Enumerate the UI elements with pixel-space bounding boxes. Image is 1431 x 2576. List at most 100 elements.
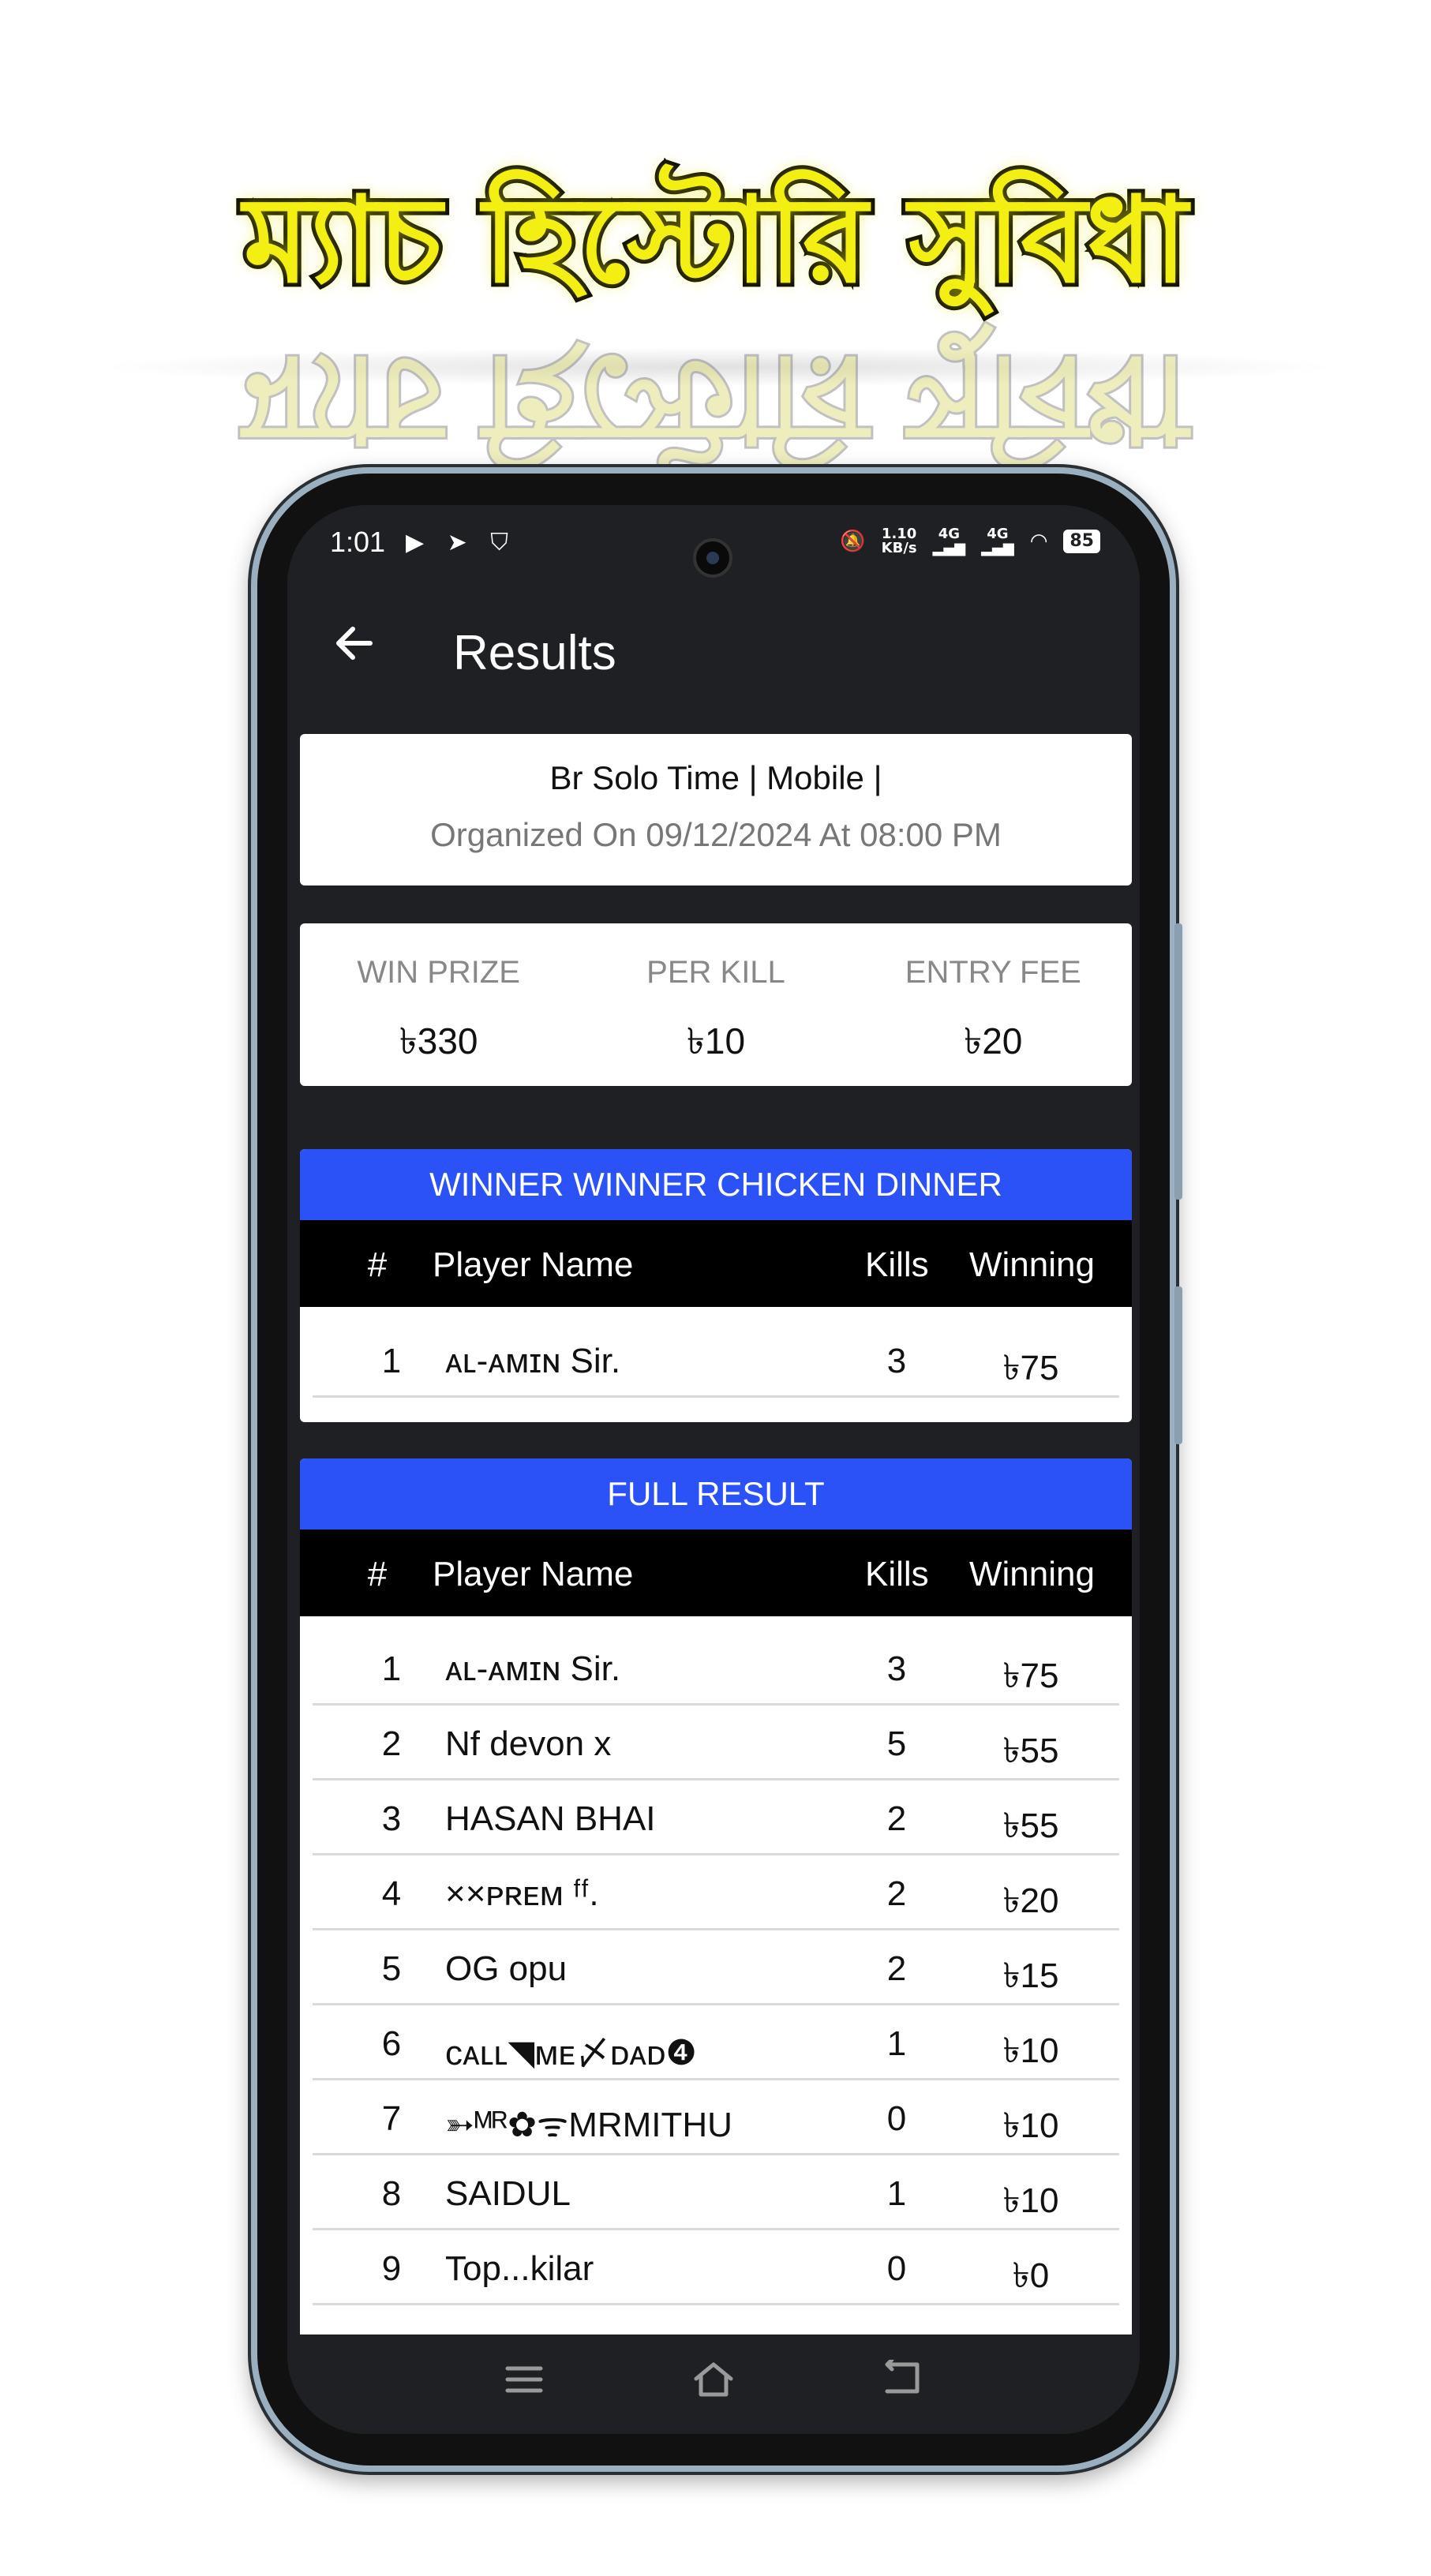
row-player-name: ᴀʟ-ᴀᴍɪɴ Sir. bbox=[445, 1342, 621, 1380]
system-nav-bar bbox=[287, 2334, 1140, 2434]
status-notification-icons: ▶ ➤ ⛉ bbox=[406, 529, 516, 556]
shield-icon: ⛉ bbox=[490, 529, 516, 556]
row-player-name: Top...kilar bbox=[445, 2249, 594, 2288]
col-header-player: Player Name bbox=[433, 1555, 634, 1593]
row-winning: ৳15 bbox=[1002, 1956, 1059, 1995]
front-camera bbox=[693, 538, 732, 578]
hamburger-icon bbox=[505, 2366, 543, 2393]
menu-icon[interactable] bbox=[496, 2360, 552, 2407]
row-kills: 1 bbox=[886, 2024, 907, 2063]
row-winning: ৳55 bbox=[1002, 1807, 1059, 1845]
row-winning: ৳10 bbox=[1002, 2106, 1059, 2145]
col-header-num: # bbox=[367, 1245, 388, 1284]
row-num: 3 bbox=[381, 1799, 402, 1838]
table-row: 5 OG opu 2 ৳15 bbox=[313, 1930, 1119, 2005]
row-winning: ৳75 bbox=[1002, 1349, 1059, 1387]
row-player-name: OG opu bbox=[445, 1949, 568, 1988]
house-icon bbox=[694, 2362, 733, 2397]
telegram-icon: ➤ bbox=[447, 529, 475, 556]
row-player-name: ➳ᴹᴿ✿ᯤMRMITHU bbox=[445, 2106, 732, 2144]
row-num: 2 bbox=[381, 1724, 402, 1763]
table-row: 4 ××ᴘʀᴇᴍ ᶠᶠ. 2 ৳20 bbox=[313, 1855, 1119, 1930]
wifi-icon: ◠ bbox=[1029, 530, 1048, 553]
back-arrow-icon[interactable] bbox=[327, 620, 382, 675]
battery-icon: 85 bbox=[1063, 530, 1100, 553]
table-row: 3 HASAN BHAI 2 ৳55 bbox=[313, 1780, 1119, 1855]
winner-section: WINNER WINNER CHICKEN DINNER # Player Na… bbox=[300, 1149, 1132, 1422]
row-num: 1 bbox=[381, 1649, 402, 1688]
power-button bbox=[1174, 1286, 1182, 1444]
match-organized-date: Organized On 09/12/2024 At 08:00 PM bbox=[430, 816, 1002, 853]
per-kill-label: PER KILL bbox=[646, 955, 785, 990]
row-winning: ৳20 bbox=[1002, 1881, 1059, 1920]
full-result-section[interactable]: FULL RESULT # Player Name Kills Winning … bbox=[300, 1458, 1132, 2334]
full-result-rows: 1 ᴀʟ-ᴀᴍɪɴ Sir. 3 ৳75 2 Nf devon x 5 ৳55 … bbox=[300, 1616, 1132, 2305]
row-kills: 1 bbox=[886, 2174, 907, 2213]
back-icon[interactable] bbox=[875, 2357, 931, 2407]
row-player-name: HASAN BHAI bbox=[445, 1799, 656, 1838]
volume-button bbox=[1174, 923, 1182, 1200]
row-player-name: Nf devon x bbox=[445, 1724, 612, 1763]
row-num: 4 bbox=[381, 1874, 402, 1913]
table-row: 8 SAIDUL 1 ৳10 bbox=[313, 2155, 1119, 2230]
row-num: 6 bbox=[381, 2024, 402, 2063]
row-winning: ৳55 bbox=[1002, 1732, 1059, 1770]
row-num: 9 bbox=[381, 2249, 402, 2288]
row-kills: 5 bbox=[886, 1724, 907, 1763]
row-kills: 2 bbox=[886, 1949, 907, 1988]
row-kills: 3 bbox=[886, 1649, 907, 1688]
per-kill: PER KILL ৳10 bbox=[577, 923, 854, 1086]
phone-screen: 1:01 ▶ ➤ ⛉ 🔕 1.10 KB/s 4G ▂▄▆ 4G ▂▄▆ ◠ 8 5 … bbox=[287, 505, 1140, 2434]
full-table-header: # Player Name Kills Winning bbox=[300, 1530, 1132, 1616]
table-row: 2 Nf devon x 5 ৳55 bbox=[313, 1705, 1119, 1780]
win-prize: WIN PRIZE ৳330 bbox=[300, 923, 577, 1086]
row-kills: 2 bbox=[886, 1874, 907, 1913]
match-name: Br Solo Time | Mobile | bbox=[549, 759, 882, 796]
winner-table-header: # Player Name Kills Winning bbox=[300, 1220, 1132, 1307]
return-icon bbox=[885, 2357, 920, 2394]
win-prize-value: ৳330 bbox=[399, 1020, 478, 1061]
signal-2-label: 4G bbox=[987, 526, 1009, 542]
row-kills: 0 bbox=[886, 2249, 907, 2288]
table-row: 1 ᴀʟ-ᴀᴍɪɴ Sir. 3 ৳75 bbox=[313, 1631, 1119, 1705]
table-row: 7 ➳ᴹᴿ✿ᯤMRMITHU 0 ৳10 bbox=[313, 2080, 1119, 2155]
net-speed-unit: KB/s bbox=[881, 540, 917, 556]
arrow-left-icon bbox=[336, 627, 373, 660]
play-icon: ▶ bbox=[406, 529, 433, 556]
signal-1-icon: 4G ▂▄▆ bbox=[932, 526, 966, 556]
app-bar: Results bbox=[287, 592, 1140, 702]
row-num: 8 bbox=[381, 2174, 402, 2213]
row-player-name: ᴄᴀʟʟ◥ᴍᴇ〆ᴅᴀᴅ❹ bbox=[445, 2034, 697, 2072]
table-row: 6 ᴄᴀʟʟ◥ᴍᴇ〆ᴅᴀᴅ❹ 1 ৳10 bbox=[313, 2005, 1119, 2080]
row-winning: ৳10 bbox=[1002, 2031, 1059, 2070]
row-kills: 3 bbox=[886, 1342, 907, 1380]
col-header-player: Player Name bbox=[433, 1245, 634, 1284]
mute-icon: 🔕 bbox=[840, 530, 866, 553]
entry-fee: ENTRY FEE ৳20 bbox=[855, 923, 1132, 1086]
row-kills: 2 bbox=[886, 1799, 907, 1838]
status-system-icons: 🔕 1.10 KB/s 4G ▂▄▆ 4G ▂▄▆ ◠ 85 bbox=[840, 527, 1100, 556]
table-row: 1 ᴀʟ-ᴀᴍɪɴ Sir. 3 ৳75 bbox=[313, 1323, 1119, 1398]
col-header-winning: Winning bbox=[969, 1555, 1095, 1593]
status-time: 1:01 bbox=[330, 526, 386, 558]
row-kills: 0 bbox=[886, 2099, 907, 2138]
row-winning: ৳75 bbox=[1002, 1657, 1059, 1695]
signal-1-label: 4G bbox=[938, 526, 961, 542]
entry-fee-value: ৳20 bbox=[964, 1020, 1023, 1061]
net-speed: 1.10 KB/s bbox=[882, 527, 917, 556]
match-info-card: Br Solo Time | Mobile | Organized On 09/… bbox=[300, 734, 1132, 886]
banner-title: ম্যাচ হিস্টোরি সুবিধা bbox=[240, 172, 1192, 309]
page-title: Results bbox=[453, 626, 616, 680]
table-row: 9 Top...kilar 0 ৳0 bbox=[313, 2230, 1119, 2305]
row-player-name: SAIDUL bbox=[445, 2174, 571, 2213]
win-prize-label: WIN PRIZE bbox=[357, 955, 520, 990]
row-winning: ৳0 bbox=[1012, 2256, 1050, 2295]
row-player-name: ××ᴘʀᴇᴍ ᶠᶠ. bbox=[445, 1874, 599, 1913]
home-icon[interactable] bbox=[686, 2360, 741, 2407]
entry-fee-label: ENTRY FEE bbox=[905, 955, 1081, 990]
row-num: 7 bbox=[381, 2099, 402, 2138]
col-header-kills: Kills bbox=[865, 1555, 929, 1593]
signal-2-icon: 4G ▂▄▆ bbox=[981, 526, 1014, 556]
row-num: 5 bbox=[381, 1949, 402, 1988]
per-kill-value: ৳10 bbox=[686, 1020, 746, 1061]
